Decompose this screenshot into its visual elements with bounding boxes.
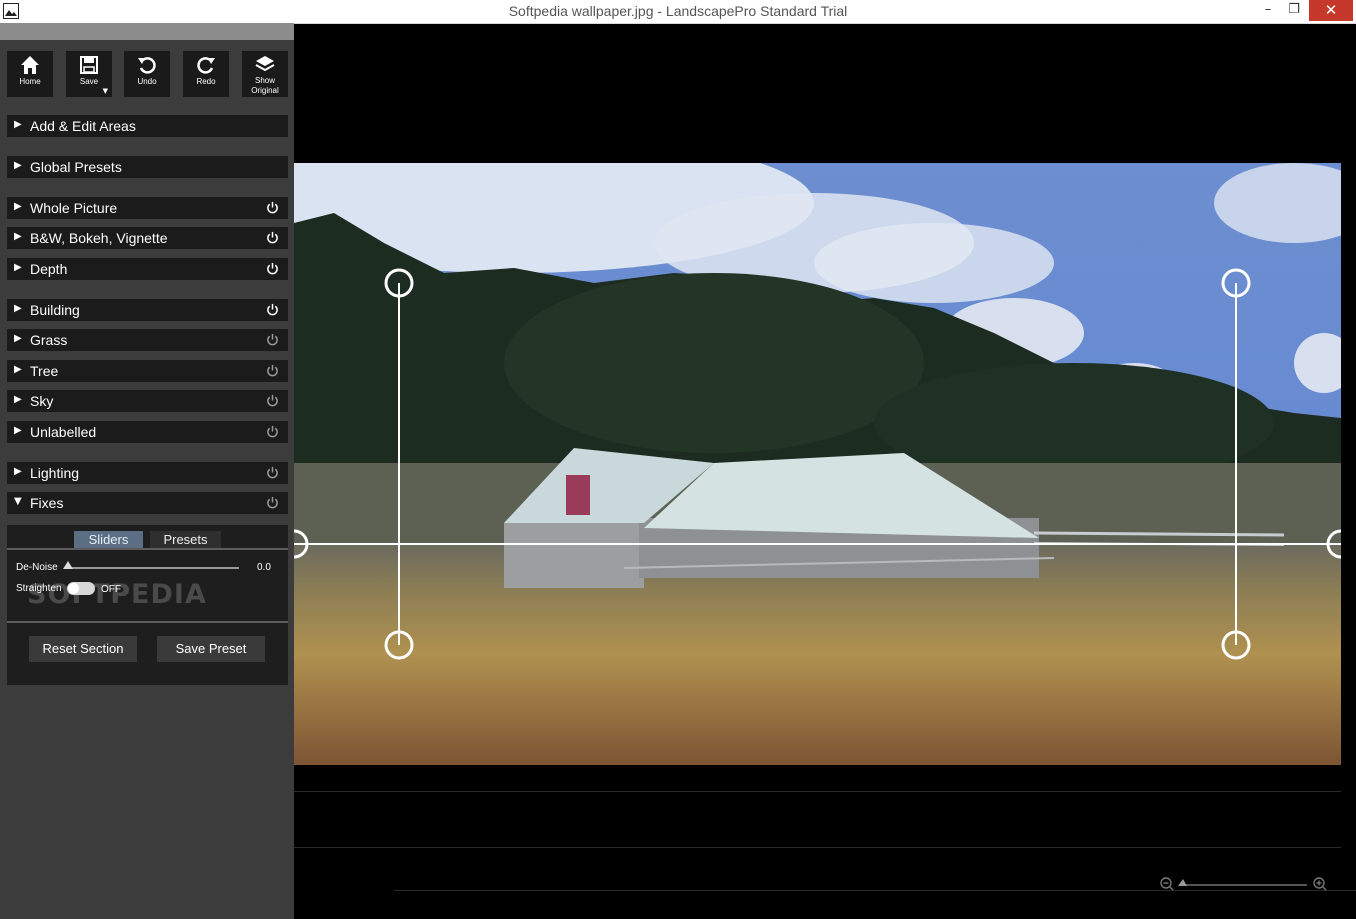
timeline-divider (294, 847, 1341, 848)
section-tree[interactable]: ▶ Tree (7, 360, 288, 382)
power-icon[interactable] (266, 231, 279, 244)
photo-canvas[interactable] (294, 163, 1341, 765)
section-add-edit-areas[interactable]: ▶ Add & Edit Areas (7, 115, 288, 137)
power-icon[interactable] (266, 262, 279, 275)
section-label: Tree (30, 363, 59, 379)
section-bw-bokeh-vignette[interactable]: ▶ B&W, Bokeh, Vignette (7, 227, 288, 249)
section-label: Whole Picture (30, 200, 118, 216)
toggle-knob (68, 583, 79, 594)
expand-arrow-icon: ▶ (14, 333, 22, 344)
power-icon[interactable] (266, 364, 279, 377)
title-bar: Softpedia wallpaper.jpg - LandscapePro S… (0, 0, 1356, 24)
timeline-divider (294, 791, 1341, 792)
straighten-label: Straighten (16, 583, 62, 594)
section-label: Sky (30, 393, 54, 409)
show-original-line2: Original (251, 86, 279, 95)
expand-arrow-icon: ▶ (14, 466, 22, 477)
save-icon (80, 56, 98, 74)
save-button[interactable]: Save ▼ (66, 51, 112, 97)
panel-top-strip (0, 23, 294, 40)
redo-button[interactable]: Redo (183, 51, 229, 97)
expand-arrow-icon: ▶ (14, 364, 22, 375)
zoom-slider-thumb (1178, 879, 1187, 886)
layers-icon (255, 56, 275, 72)
section-label: Building (30, 302, 80, 318)
save-dropdown-icon[interactable]: ▼ (103, 87, 108, 95)
zoom-control[interactable] (1159, 876, 1349, 892)
window-title: Softpedia wallpaper.jpg - LandscapePro S… (508, 3, 848, 19)
denoise-slider-thumb[interactable] (63, 561, 73, 569)
expand-arrow-icon: ▶ (14, 231, 22, 242)
tab-presets[interactable]: Presets (150, 531, 221, 548)
power-icon[interactable] (266, 303, 279, 316)
undo-button[interactable]: Undo (124, 51, 170, 97)
save-label: Save (79, 77, 99, 86)
section-label: Fixes (30, 495, 64, 511)
power-icon[interactable] (266, 425, 279, 438)
minimize-button[interactable]: – (1257, 0, 1279, 21)
expand-arrow-icon: ▶ (14, 262, 22, 273)
maximize-button[interactable]: ❐ (1283, 0, 1305, 21)
close-button[interactable]: ✕ (1309, 0, 1353, 21)
zoom-out-icon (1160, 877, 1174, 891)
show-original-label: Show Original (242, 76, 288, 96)
straighten-toggle[interactable] (67, 582, 95, 595)
show-original-line1: Show (254, 76, 275, 85)
show-original-button[interactable]: Show Original (242, 51, 288, 97)
redo-label: Redo (196, 77, 216, 86)
section-sky[interactable]: ▶ Sky (7, 390, 288, 412)
power-icon[interactable] (266, 496, 279, 509)
denoise-value: 0.0 (257, 562, 271, 573)
expand-arrow-icon: ▶ (14, 303, 22, 314)
collapse-arrow-icon: ▼ (14, 496, 22, 507)
expand-arrow-icon: ▶ (14, 160, 22, 171)
denoise-slider-track[interactable] (66, 567, 239, 569)
section-fixes[interactable]: ▼ Fixes (7, 492, 288, 514)
section-label: Add & Edit Areas (30, 118, 136, 134)
section-building[interactable]: ▶ Building (7, 299, 288, 321)
landscape-photo[interactable] (294, 163, 1341, 765)
expand-arrow-icon: ▶ (14, 201, 22, 212)
straighten-state: OFF (101, 584, 121, 595)
section-label: Depth (30, 261, 68, 277)
section-depth[interactable]: ▶ Depth (7, 258, 288, 280)
home-icon (21, 56, 39, 74)
left-panel: Home Save ▼ Undo Redo Show Original ▶ Ad… (0, 23, 294, 919)
power-icon[interactable] (266, 466, 279, 479)
undo-icon (138, 57, 156, 74)
section-grass[interactable]: ▶ Grass (7, 329, 288, 351)
section-label: Unlabelled (30, 424, 97, 440)
section-global-presets[interactable]: ▶ Global Presets (7, 156, 288, 178)
zoom-in-icon (1313, 877, 1327, 891)
redo-icon (197, 57, 215, 74)
expand-arrow-icon: ▶ (14, 394, 22, 405)
undo-label: Undo (137, 77, 157, 86)
section-unlabelled[interactable]: ▶ Unlabelled (7, 421, 288, 443)
expand-arrow-icon: ▶ (14, 119, 22, 130)
section-label: Lighting (30, 465, 80, 481)
divider (7, 548, 288, 550)
divider (7, 621, 288, 623)
section-label: Global Presets (30, 159, 122, 175)
fixes-panel: Sliders Presets SOFTPEDIA De-Noise 0.0 S… (7, 525, 288, 685)
section-label: Grass (30, 332, 68, 348)
denoise-label: De-Noise (16, 562, 58, 573)
power-icon[interactable] (266, 394, 279, 407)
section-whole-picture[interactable]: ▶ Whole Picture (7, 197, 288, 219)
tab-sliders[interactable]: Sliders (74, 531, 143, 548)
power-icon[interactable] (266, 201, 279, 214)
power-icon[interactable] (266, 333, 279, 346)
home-label: Home (19, 77, 41, 86)
section-label: B&W, Bokeh, Vignette (30, 230, 168, 246)
section-lighting[interactable]: ▶ Lighting (7, 462, 288, 484)
save-preset-button[interactable]: Save Preset (157, 636, 265, 662)
reset-section-button[interactable]: Reset Section (29, 636, 137, 662)
expand-arrow-icon: ▶ (14, 425, 22, 436)
home-button[interactable]: Home (7, 51, 53, 97)
